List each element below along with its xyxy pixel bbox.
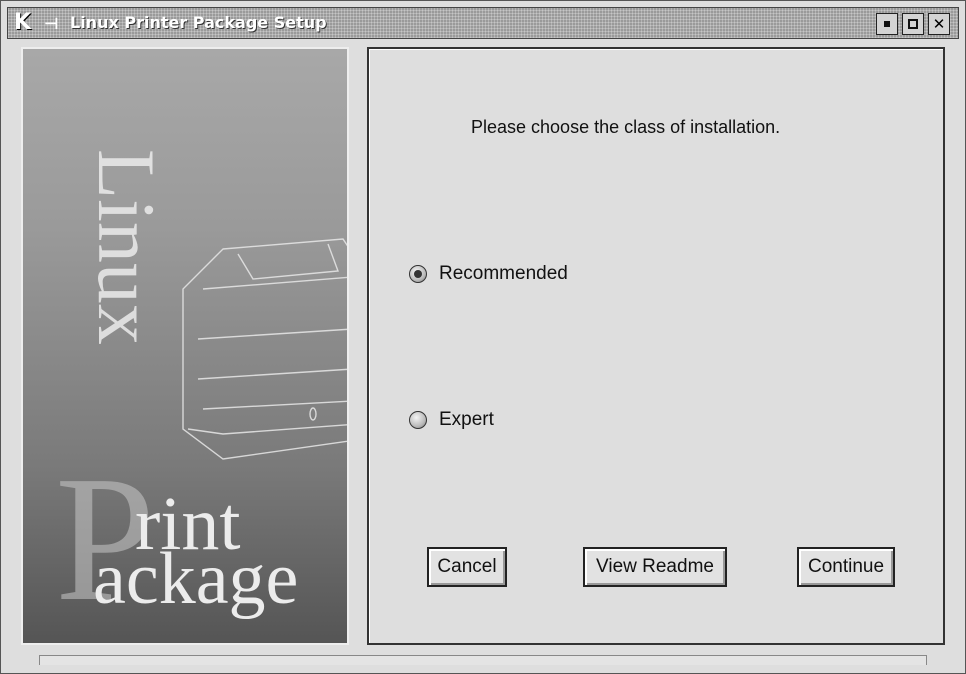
title-bar[interactable]: K ⊣ Linux Printer Package Setup ✕ — [7, 7, 959, 39]
cancel-button[interactable]: Cancel — [427, 547, 507, 587]
setup-window: K ⊣ Linux Printer Package Setup ✕ Linux … — [0, 0, 966, 674]
install-class-panel: Please choose the class of installation.… — [367, 47, 945, 645]
view-readme-button[interactable]: View Readme — [583, 547, 727, 587]
radio-recommended-label: Recommended — [439, 263, 568, 284]
status-bar — [39, 655, 927, 665]
radio-selected-icon[interactable] — [409, 265, 427, 283]
pin-icon[interactable]: ⊣ — [44, 14, 59, 33]
printer-illustration — [182, 238, 347, 460]
continue-button[interactable]: Continue — [797, 547, 895, 587]
maximize-icon — [908, 19, 918, 29]
minimize-button[interactable] — [876, 13, 898, 35]
window-title: Linux Printer Package Setup — [70, 13, 327, 32]
banner-image: Linux P rint ackage — [21, 47, 349, 645]
minimize-icon — [884, 21, 890, 27]
kde-k-icon[interactable]: K — [14, 12, 36, 34]
install-prompt: Please choose the class of installation. — [471, 117, 781, 137]
radio-unselected-icon[interactable] — [409, 411, 427, 429]
close-button[interactable]: ✕ — [928, 13, 950, 35]
radio-recommended[interactable]: Recommended — [409, 263, 568, 285]
radio-expert[interactable]: Expert — [409, 409, 494, 431]
close-icon: ✕ — [932, 14, 946, 33]
banner-package-text: ackage — [93, 538, 299, 620]
maximize-button[interactable] — [902, 13, 924, 35]
radio-expert-label: Expert — [439, 409, 494, 430]
banner-linux-text: Linux — [81, 149, 172, 345]
